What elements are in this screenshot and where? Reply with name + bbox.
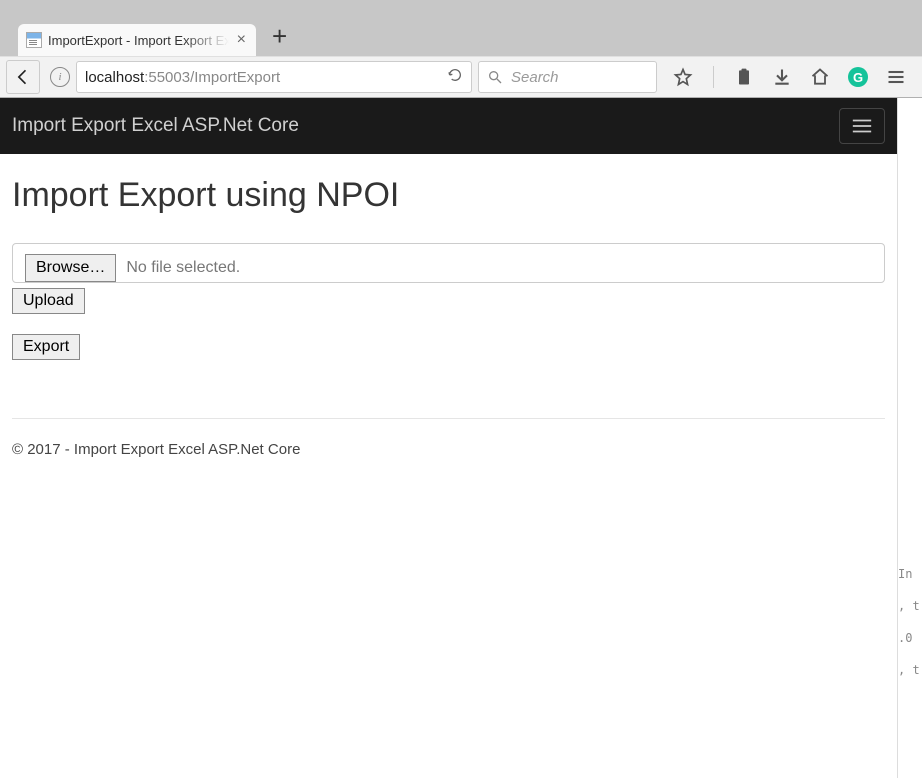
new-tab-button[interactable]: + xyxy=(268,21,291,52)
clipboard-icon[interactable] xyxy=(734,67,754,87)
window-title-bar xyxy=(0,0,922,14)
page-viewport: Import Export Excel ASP.Net Core Import … xyxy=(0,98,898,778)
browser-tab[interactable]: ImportExport - Import Export Excel ASP.N… xyxy=(18,24,256,56)
page-heading: Import Export using NPOI xyxy=(12,176,885,215)
navbar-toggle-button[interactable] xyxy=(839,108,885,144)
page-container: Import Export using NPOI Browse… No file… xyxy=(0,154,897,478)
address-bar[interactable]: localhost:55003/ImportExport xyxy=(76,61,472,93)
export-button[interactable]: Export xyxy=(12,334,80,360)
reload-button[interactable] xyxy=(447,67,463,88)
home-icon[interactable] xyxy=(810,67,830,87)
menu-button[interactable] xyxy=(886,67,906,87)
browse-button[interactable]: Browse… xyxy=(25,254,116,282)
file-selection-status: No file selected. xyxy=(126,259,240,277)
tab-title: ImportExport - Import Export Excel ASP.N… xyxy=(48,33,229,48)
file-upload-panel: Browse… No file selected. xyxy=(12,243,885,283)
navbar-brand[interactable]: Import Export Excel ASP.Net Core xyxy=(12,115,299,137)
bookmark-star-icon[interactable] xyxy=(673,67,693,87)
background-editor-gutter: In , t .0 , t xyxy=(898,98,922,778)
back-button[interactable] xyxy=(6,60,40,94)
url-text: localhost:55003/ImportExport xyxy=(85,69,447,86)
tab-favicon-icon xyxy=(26,32,42,48)
upload-button[interactable]: Upload xyxy=(12,288,85,314)
site-navbar: Import Export Excel ASP.Net Core xyxy=(0,98,897,154)
toolbar-icons: G xyxy=(663,66,916,88)
search-placeholder: Search xyxy=(511,69,559,86)
grammarly-icon[interactable]: G xyxy=(848,67,868,87)
footer-separator xyxy=(12,418,885,419)
file-input-row: Browse… No file selected. xyxy=(25,254,872,282)
footer-text: © 2017 - Import Export Excel ASP.Net Cor… xyxy=(12,441,885,478)
close-tab-button[interactable]: × xyxy=(235,31,248,49)
window-controls xyxy=(842,8,902,25)
search-bar[interactable]: Search xyxy=(478,61,657,93)
toolbar-separator xyxy=(713,66,714,88)
site-info-icon[interactable]: i xyxy=(50,67,70,87)
browser-toolbar: i localhost:55003/ImportExport Search G xyxy=(0,56,922,98)
downloads-icon[interactable] xyxy=(772,67,792,87)
browser-tab-strip: ImportExport - Import Export Excel ASP.N… xyxy=(0,14,922,56)
